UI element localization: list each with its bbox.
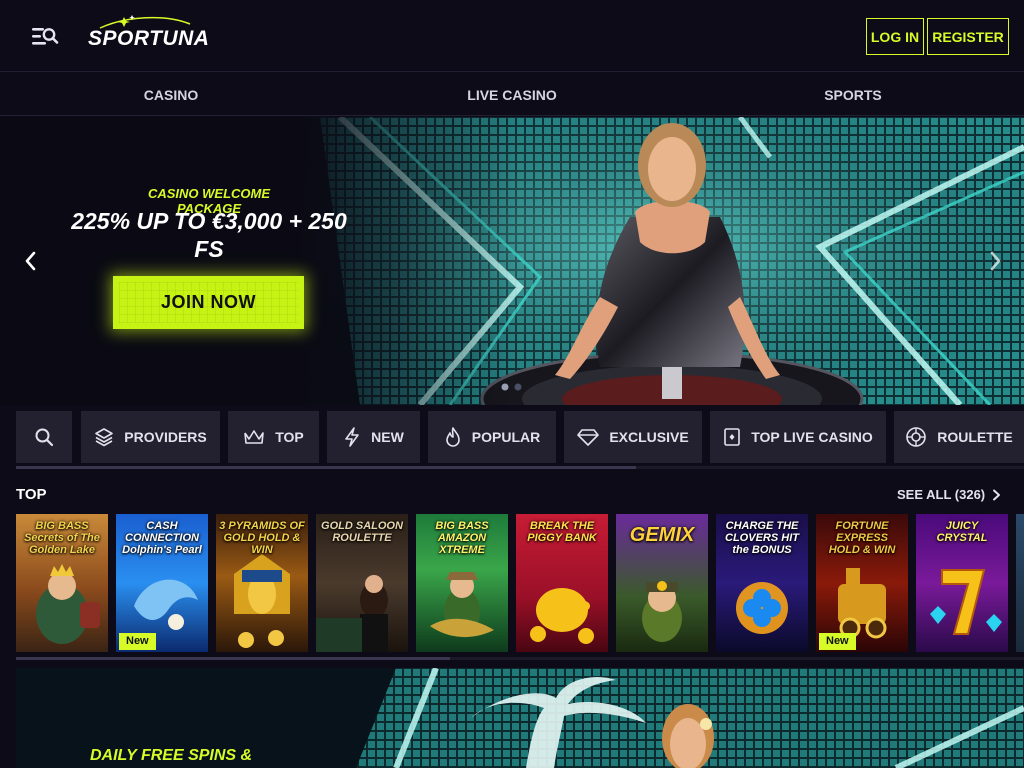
promo-title: DAILY FREE SPINS & [90,747,253,764]
game-tile[interactable]: BREAK THE PIGGY BANK [516,514,608,652]
logo-text: SPORTUNA [88,27,210,50]
filter-providers[interactable]: PROVIDERS [81,411,220,463]
see-all-label: SEE ALL (326) [897,487,986,502]
chevron-left-icon[interactable] [18,247,44,275]
roulette-icon [906,427,927,447]
game-tile[interactable]: CASH CONNECTION Dolphin's Pearl New [116,514,208,652]
game-title: BREAK THE PIGGY BANK [527,520,597,544]
filter-label: EXCLUSIVE [609,429,689,445]
menu-search-icon[interactable] [28,22,62,52]
diamond-icon [577,429,600,446]
filter-label: TOP LIVE CASINO [751,429,873,445]
search-icon [35,428,54,447]
filters-scrollbar-thumb[interactable] [16,466,636,469]
game-title: GEMIX [629,524,695,546]
card-icon [724,428,740,446]
game-tile[interactable]: JUICY CRYSTAL [916,514,1008,652]
promo-banner[interactable]: DAILY FREE SPINS & [16,668,1024,768]
layers-icon [95,428,114,447]
hero-banner[interactable]: CASINO WELCOME PACKAGE 225% UP TO €3,000… [0,117,1024,405]
hero-title: 225% UP TO €3,000 + 250 FS [71,208,347,262]
join-now-label: JOIN NOW [160,292,256,312]
slide-dot[interactable] [501,383,509,391]
nav-item-casino[interactable]: CASINO [71,73,271,116]
game-title: FORTUNE EXPRESS HOLD & WIN [828,520,896,556]
filter-label: ROULETTE [937,429,1013,445]
filter-roulette[interactable]: ROULETTE [894,411,1024,463]
game-tile[interactable]: GEMIX [616,514,708,652]
nav-item-sports[interactable]: SPORTS [753,73,953,116]
new-badge: New [119,633,156,650]
game-tile[interactable] [1016,514,1024,652]
chevron-right-icon [993,489,1001,500]
join-now-button[interactable]: JOIN NOW [113,276,304,329]
game-tile[interactable]: BIG BASS Secrets of The Golden Lake [16,514,108,652]
game-tile[interactable]: 3 PYRAMIDS OF GOLD HOLD & WIN [216,514,308,652]
filter-label: NEW [371,429,404,445]
nav-item-live-casino[interactable]: LIVE CASINO [412,73,612,116]
login-button[interactable]: LOG IN [866,18,924,55]
slide-dot[interactable] [514,383,522,391]
register-button[interactable]: REGISTER [927,18,1009,55]
new-badge: New [819,633,856,650]
games-carousel: BIG BASS Secrets of The Golden Lake CASH… [0,514,1024,654]
flame-icon [445,427,460,447]
game-title: BIG BASS Secrets of The Golden Lake [24,520,100,556]
game-tile[interactable]: CHARGE THE CLOVERS HIT the BONUS [716,514,808,652]
see-all-link[interactable]: SEE ALL (326) [897,487,1001,502]
filter-search-button[interactable] [16,411,72,463]
slide-indicators [500,379,530,391]
category-filters: PROVIDERS TOP NEW POPULAR EXCLUSIVE TOP … [0,405,1024,471]
filter-label: TOP [275,429,304,445]
game-tile[interactable]: FORTUNE EXPRESS HOLD & WIN New [816,514,908,652]
game-title: CASH CONNECTION Dolphin's Pearl [122,520,202,556]
game-title: GOLD SALOON ROULETTE [321,520,403,544]
games-scrollbar-thumb[interactable] [16,657,450,660]
filter-top[interactable]: TOP [228,411,319,463]
game-title: 3 PYRAMIDS OF GOLD HOLD & WIN [219,520,305,556]
header: SPORTUNA LOG IN REGISTER [0,0,1024,72]
filter-new[interactable]: NEW [327,411,420,463]
filter-popular[interactable]: POPULAR [428,411,556,463]
game-title: CHARGE THE CLOVERS HIT the BONUS [725,520,799,556]
game-tile[interactable]: BIG BASS AMAZON XTREME [416,514,508,652]
game-title: JUICY CRYSTAL [936,520,988,544]
lightning-icon [345,427,359,447]
section-title-top: TOP [16,486,47,503]
filter-top-live-casino[interactable]: TOP LIVE CASINO [710,411,886,463]
crown-icon [244,430,265,444]
filter-label: POPULAR [471,429,541,445]
game-tile[interactable]: GOLD SALOON ROULETTE [316,514,408,652]
main-nav: CASINO LIVE CASINO SPORTS [0,73,1024,116]
filter-label: PROVIDERS [124,429,207,445]
chevron-right-icon[interactable] [982,247,1008,275]
game-title: BIG BASS AMAZON XTREME [435,520,489,556]
filter-exclusive[interactable]: EXCLUSIVE [564,411,702,463]
logo[interactable]: SPORTUNA [86,14,209,58]
